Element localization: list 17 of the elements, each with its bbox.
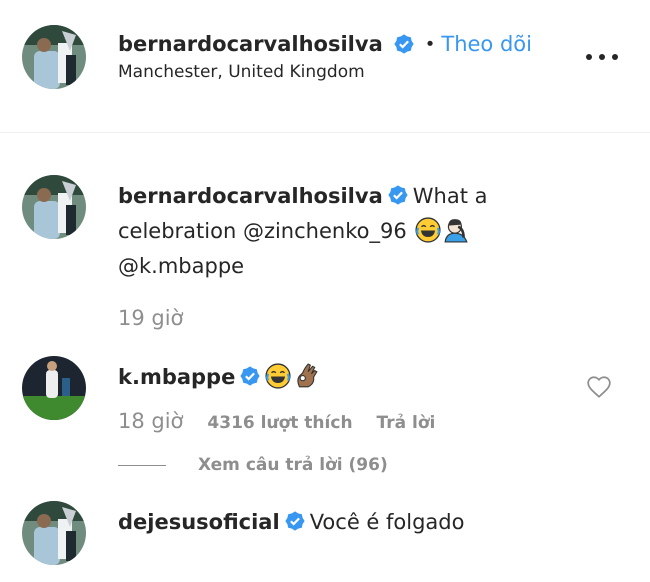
username[interactable]: k.mbappe	[118, 365, 236, 389]
separator-dot: •	[424, 34, 436, 54]
more-options-icon[interactable]	[584, 52, 620, 62]
laughing-face-icon	[265, 363, 292, 389]
comment-text: celebration @zinchenko_96	[118, 218, 407, 245]
username[interactable]: bernardocarvalhosilva	[118, 32, 383, 56]
comment-text: Você é folgado	[310, 509, 464, 536]
laughing-face-icon	[414, 217, 441, 243]
username[interactable]: dejesusoficial	[118, 510, 280, 534]
facepalm-person-icon	[442, 217, 469, 243]
location-text[interactable]: Manchester, United Kingdom	[118, 62, 584, 82]
username[interactable]: bernardocarvalhosilva	[118, 184, 383, 208]
comment-text: What a	[412, 183, 488, 210]
comment-time: 18 giờ	[118, 409, 184, 433]
heart-icon[interactable]	[586, 374, 612, 400]
comment-text: @k.mbappe	[118, 253, 244, 280]
comment-time: 19 giờ	[118, 306, 184, 330]
